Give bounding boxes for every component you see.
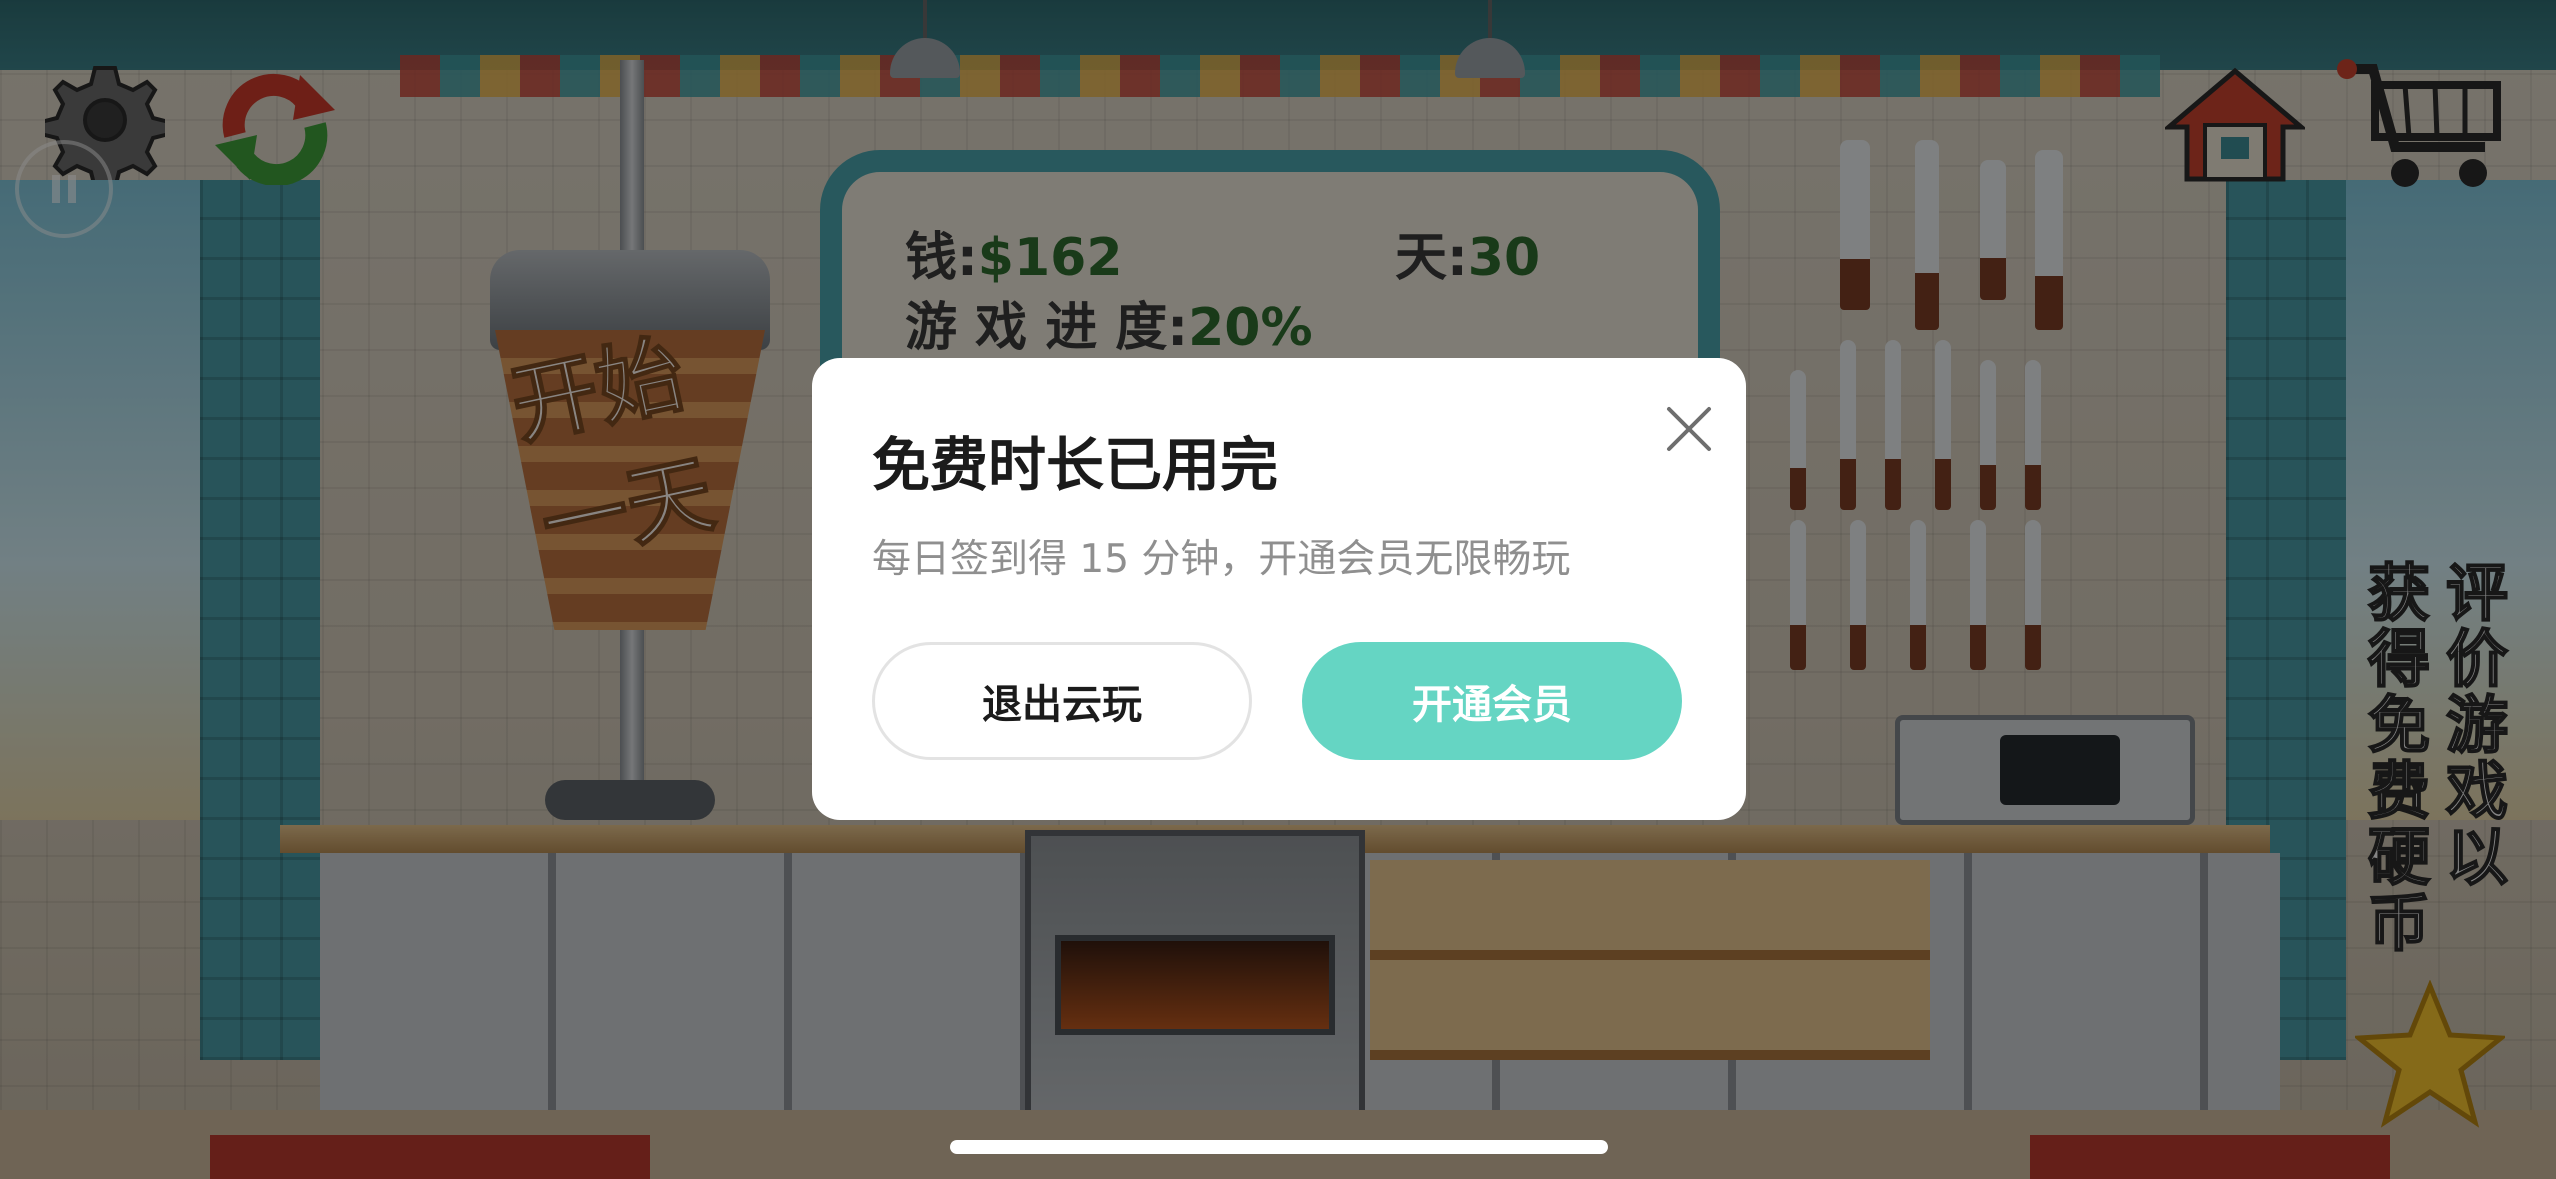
- close-button[interactable]: [1654, 394, 1724, 464]
- dialog-title: 免费时长已用完: [872, 431, 1279, 499]
- game-screen: 钱:$162 天:30 游 戏 进 度:20% 开始 一天 评价游戏以 获得免费…: [0, 0, 2556, 1179]
- dialog-subtitle: 每日签到得 15 分钟，开通会员无限畅玩: [872, 537, 1571, 582]
- home-indicator[interactable]: [950, 1140, 1608, 1154]
- open-membership-button[interactable]: 开通会员: [1302, 642, 1682, 760]
- free-time-dialog: 免费时长已用完 每日签到得 15 分钟，开通会员无限畅玩 退出云玩 开通会员: [812, 358, 1746, 820]
- close-icon: [1667, 407, 1711, 451]
- exit-cloud-play-button[interactable]: 退出云玩: [872, 642, 1252, 760]
